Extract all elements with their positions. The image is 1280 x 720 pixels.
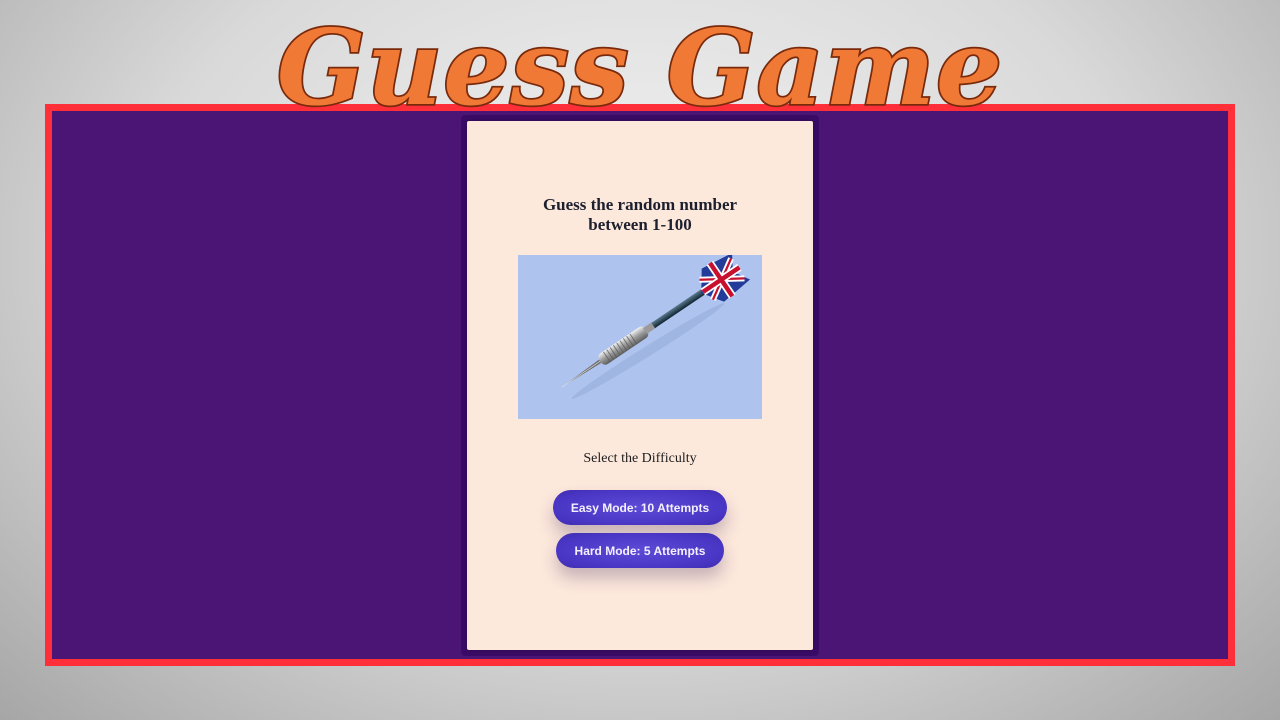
difficulty-prompt: Select the Difficulty [583,451,697,466]
title-line-1: Guess the random number [542,195,738,214]
guess-game-logo: Guess Game [275,4,1004,131]
game-title: Guess the random number between 1-100 [467,195,813,235]
easy-mode-button[interactable]: Easy Mode: 10 Attempts [553,490,727,525]
logo-text: Guess Game [277,6,1003,129]
dart-image [518,255,762,419]
title-line-2: between 1-100 [588,215,692,234]
hard-mode-button[interactable]: Hard Mode: 5 Attempts [556,533,724,568]
game-card: Guess the random number between 1-100 Se… [467,121,813,650]
